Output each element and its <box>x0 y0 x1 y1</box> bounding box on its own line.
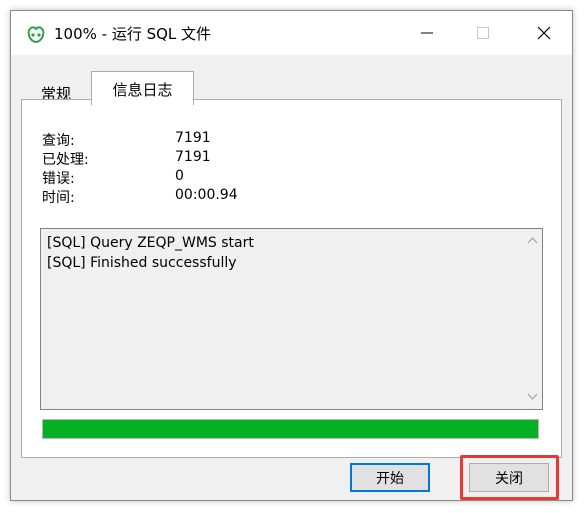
log-line: [SQL] Query ZEQP_WMS start <box>47 235 254 251</box>
scroll-down-icon[interactable] <box>527 391 538 402</box>
minimize-button[interactable] <box>399 11 455 55</box>
log-line: [SQL] Finished successfully <box>47 255 237 271</box>
scroll-up-icon[interactable] <box>527 235 538 246</box>
window-title: 100% - 运行 SQL 文件 <box>54 25 212 43</box>
run-sql-dialog: 100% - 运行 SQL 文件 常规 信息日志 查询: 7191 已处理: 7… <box>10 10 573 501</box>
errors-label: 错误: <box>42 171 75 187</box>
tab-message-log[interactable]: 信息日志 <box>91 71 194 105</box>
title-bar: 100% - 运行 SQL 文件 <box>11 11 572 55</box>
maximize-icon <box>477 27 489 39</box>
close-button-highlight <box>460 455 559 500</box>
query-label: 查询: <box>42 133 75 149</box>
message-log-panel: 查询: 7191 已处理: 7191 错误: 0 时间: 00:00.94 [S… <box>21 99 562 458</box>
start-button[interactable]: 开始 <box>350 463 430 492</box>
progress-bar <box>42 419 539 439</box>
log-output[interactable]: [SQL] Query ZEQP_WMS start [SQL] Finishe… <box>40 228 543 410</box>
close-window-button[interactable] <box>516 11 572 55</box>
navicat-icon <box>27 26 45 44</box>
log-scrollbar[interactable] <box>523 229 542 409</box>
progress-fill <box>43 420 538 438</box>
close-icon <box>537 26 551 40</box>
errors-value: 0 <box>175 168 184 184</box>
time-value: 00:00.94 <box>175 187 238 203</box>
maximize-button[interactable] <box>455 11 511 55</box>
processed-value: 7191 <box>175 149 211 165</box>
query-value: 7191 <box>175 130 211 146</box>
minimize-icon <box>421 32 433 34</box>
processed-label: 已处理: <box>42 152 89 168</box>
time-label: 时间: <box>42 190 75 206</box>
